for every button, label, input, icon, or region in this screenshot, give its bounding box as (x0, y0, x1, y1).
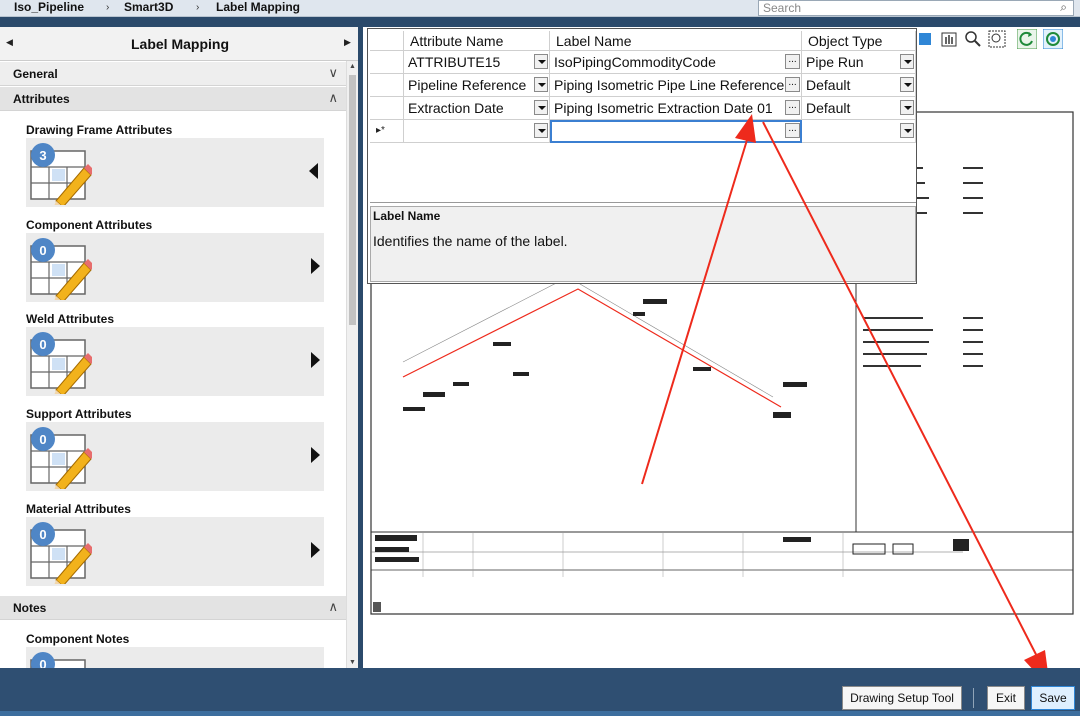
taskbar-strip (0, 711, 1080, 716)
save-button[interactable]: Save (1031, 686, 1075, 710)
footer-bar: Drawing Setup Tool Exit Save (0, 668, 1080, 716)
arrow-head-icon (735, 114, 756, 143)
drawing-setup-tool-button[interactable]: Drawing Setup Tool (842, 686, 962, 710)
footer-divider (973, 688, 974, 708)
annotation-overlay (641, 114, 1050, 688)
app-window: Iso_Pipeline › Smart3D › Label Mapping S… (0, 0, 1080, 716)
exit-button[interactable]: Exit (987, 686, 1025, 710)
